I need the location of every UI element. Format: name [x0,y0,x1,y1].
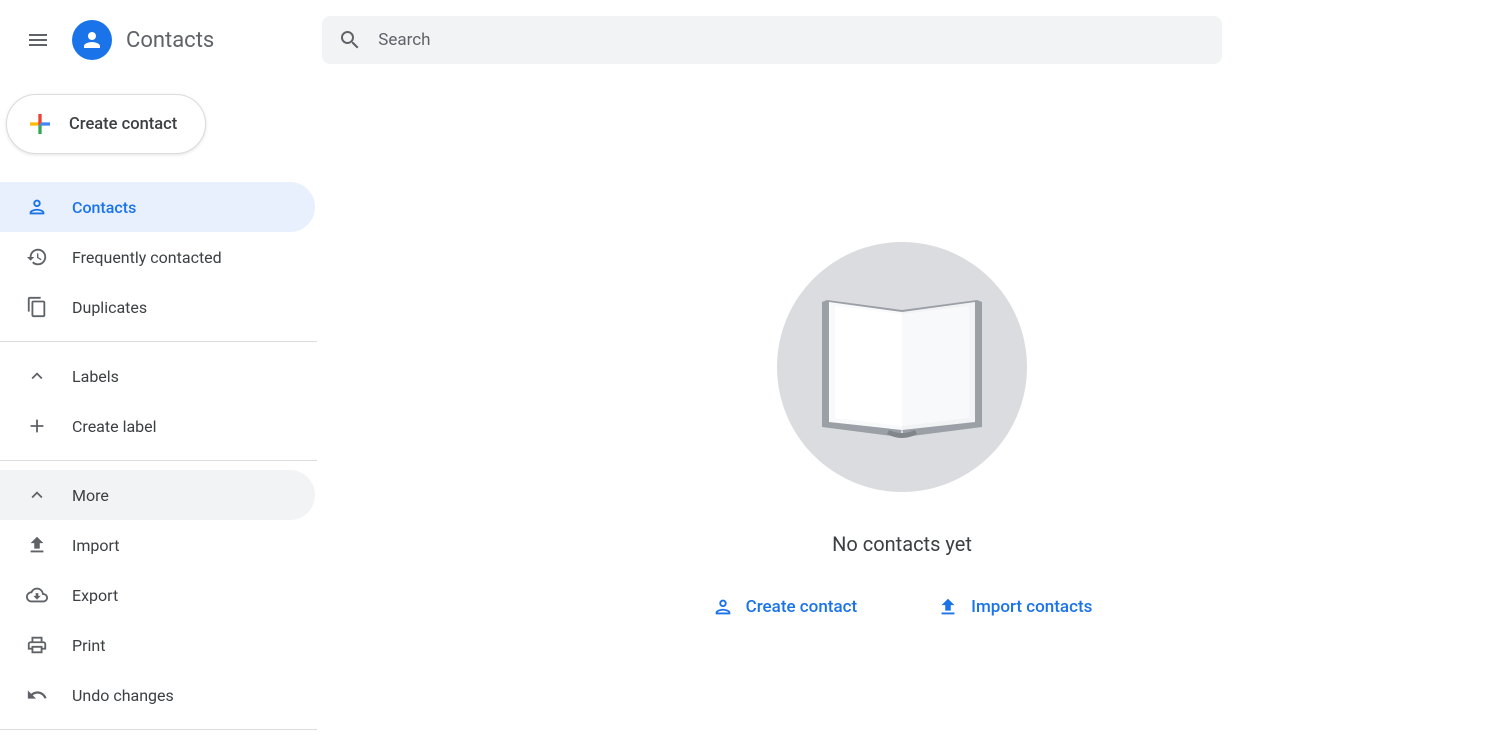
search-container [322,16,1222,64]
empty-import-contacts-button[interactable]: Import contacts [937,596,1092,618]
sidebar-item-create-label[interactable]: Create label [0,401,315,451]
sidebar-labels-header[interactable]: Labels [0,351,315,401]
create-contact-button[interactable]: Create contact [6,94,206,154]
sidebar-item-label: Print [72,636,105,655]
sidebar-item-label: Contacts [72,198,136,217]
open-book-icon [807,282,997,452]
sidebar-item-export[interactable]: Export [0,570,315,620]
upload-icon [26,534,48,556]
sidebar: Create contact Contacts Frequently conta… [0,80,317,740]
divider [0,729,317,730]
sidebar-item-label: Import [72,536,120,555]
empty-state-title: No contacts yet [832,532,972,556]
divider [0,460,317,461]
app-logo [72,20,112,60]
sidebar-item-undo-changes[interactable]: Undo changes [0,670,315,720]
search-icon [338,28,362,52]
action-label: Import contacts [971,597,1092,617]
sidebar-item-label: More [72,486,109,505]
empty-state-illustration [777,242,1027,492]
app-title: Contacts [126,28,214,53]
person-outline-icon [26,196,48,218]
duplicates-icon [26,296,48,318]
sidebar-item-label: Create label [72,417,157,436]
person-icon [80,28,104,52]
chevron-up-icon [26,484,48,506]
empty-state-actions: Create contact Import contacts [712,596,1093,618]
person-outline-icon [712,596,734,618]
empty-state: No contacts yet Create contact Import co… [712,242,1093,618]
sidebar-item-label: Undo changes [72,686,174,705]
plus-multicolor-icon [25,109,55,139]
sidebar-item-label: Duplicates [72,298,147,317]
sidebar-item-contacts[interactable]: Contacts [0,182,315,232]
sidebar-more-header[interactable]: More [0,470,315,520]
chevron-up-icon [26,365,48,387]
action-label: Create contact [746,597,858,617]
sidebar-item-print[interactable]: Print [0,620,315,670]
empty-create-contact-button[interactable]: Create contact [712,596,858,618]
search-input[interactable] [378,30,1206,50]
cloud-download-icon [26,584,48,606]
sidebar-item-frequently-contacted[interactable]: Frequently contacted [0,232,315,282]
sidebar-item-duplicates[interactable]: Duplicates [0,282,315,332]
sidebar-item-label: Export [72,586,118,605]
create-contact-label: Create contact [69,115,177,134]
main-content: No contacts yet Create contact Import co… [317,80,1487,740]
menu-icon [26,28,50,52]
upload-icon [937,596,959,618]
search-box[interactable] [322,16,1222,64]
sidebar-item-label: Labels [72,367,119,386]
print-icon [26,634,48,656]
app-brand: Contacts [72,20,214,60]
sidebar-item-import[interactable]: Import [0,520,315,570]
plus-icon [26,415,48,437]
main-menu-button[interactable] [14,16,62,64]
sidebar-item-label: Frequently contacted [72,248,222,267]
divider [0,341,317,342]
top-bar: Contacts [0,0,1487,80]
history-icon [26,246,48,268]
undo-icon [26,684,48,706]
